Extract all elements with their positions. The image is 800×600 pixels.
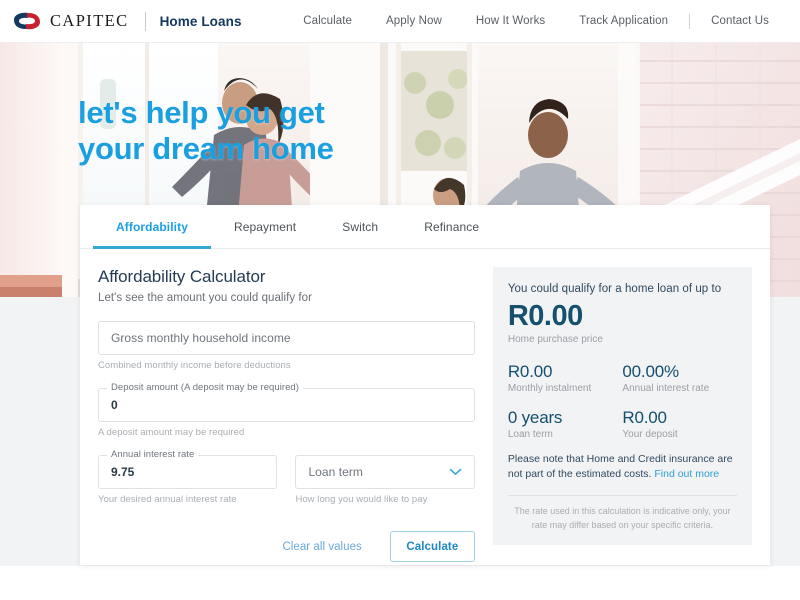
logo-text: CAPITEC	[50, 11, 129, 30]
income-placeholder: Gross monthly household income	[111, 331, 291, 345]
results-divider	[507, 495, 737, 497]
hero-headline: let's help you get your dream home	[78, 95, 334, 167]
nav-item-contact-us[interactable]: Contact Us	[694, 15, 786, 27]
interest-rate-input[interactable]: 9.75	[98, 455, 278, 489]
field-interest-rate: Annual interest rate 9.75 Your desired a…	[98, 449, 278, 505]
metric-caption: Your deposit	[622, 428, 678, 440]
find-out-more-link[interactable]: Find out more	[654, 468, 719, 480]
results-metrics: R0.00 Monthly instalment 00.00% Annual i…	[508, 362, 737, 454]
chevron-down-icon	[449, 468, 462, 475]
loan-term-select[interactable]: Loan term	[295, 455, 475, 489]
page-title: Affordability Calculator	[98, 267, 266, 286]
hero-headline-line1: let's help you get	[78, 95, 325, 130]
rate-disclaimer: The rate used in this calculation is ind…	[514, 506, 731, 530]
site-header: CAPITEC Home Loans Calculate Apply Now H…	[0, 0, 800, 43]
calculate-button[interactable]: Calculate	[389, 531, 475, 562]
deposit-input[interactable]: 0	[98, 388, 475, 422]
affordability-form: Affordability Calculator Let's see the a…	[98, 267, 475, 562]
metric-loan-term: 0 years Loan term	[508, 408, 623, 440]
calculator-tabs: Affordability Repayment Switch Refinance	[80, 205, 770, 249]
deposit-hint: A deposit amount may be required	[98, 427, 245, 438]
tab-switch[interactable]: Switch	[319, 205, 401, 248]
tab-refinance[interactable]: Refinance	[401, 205, 502, 248]
nav-item-track-application[interactable]: Track Application	[562, 15, 685, 27]
results-headline-value: R0.00	[507, 299, 583, 332]
interest-rate-value: 9.75	[111, 465, 135, 479]
main-nav: Calculate Apply Now How It Works Track A…	[286, 13, 800, 29]
card-body: Affordability Calculator Let's see the a…	[80, 249, 770, 562]
page-subtitle: Let's see the amount you could qualify f…	[98, 292, 312, 304]
nav-divider	[689, 13, 691, 29]
nav-item-apply-now[interactable]: Apply Now	[369, 15, 459, 27]
nav-item-calculate[interactable]: Calculate	[286, 15, 369, 27]
interest-rate-hint: Your desired annual interest rate	[98, 494, 237, 505]
insurance-note: Please note that Home and Credit insuran…	[508, 452, 737, 484]
results-headline-caption: Home purchase price	[507, 333, 603, 345]
metric-caption: Monthly instalment	[507, 382, 592, 394]
header-divider	[144, 11, 146, 31]
hero-headline-line2: your dream home	[78, 130, 334, 166]
loan-term-placeholder: Loan term	[308, 465, 363, 479]
metric-caption: Annual interest rate	[622, 382, 710, 394]
metric-value: R0.00	[507, 361, 553, 381]
section-title: Home Loans	[159, 13, 242, 29]
loan-term-hint: How long you would like to pay	[295, 494, 428, 505]
metric-value: 00.00%	[622, 361, 679, 381]
nav-item-how-it-works[interactable]: How It Works	[459, 15, 562, 27]
field-row: Annual interest rate 9.75 Your desired a…	[98, 449, 475, 505]
field-loan-term: Loan term How long you would like to pay	[295, 455, 475, 505]
interest-rate-label: Annual interest rate	[107, 449, 199, 460]
metric-your-deposit: R0.00 Your deposit	[622, 408, 737, 440]
tab-affordability[interactable]: Affordability	[93, 205, 211, 249]
clear-all-values-button[interactable]: Clear all values	[268, 533, 375, 561]
field-deposit: Deposit amount (A deposit may be require…	[98, 382, 475, 438]
logo[interactable]: CAPITEC	[0, 11, 129, 31]
income-hint: Combined monthly income before deduction…	[98, 360, 291, 371]
income-input[interactable]: Gross monthly household income	[98, 321, 475, 355]
calculator-card: Affordability Repayment Switch Refinance…	[80, 205, 770, 565]
results-lead: You could qualify for a home loan of up …	[507, 283, 722, 295]
capitec-logo-icon	[14, 12, 40, 30]
deposit-value: 0	[111, 398, 118, 412]
tab-repayment[interactable]: Repayment	[211, 205, 319, 248]
page-root: let's help you get your dream home CAPIT…	[0, 0, 800, 600]
field-income: Gross monthly household income Combined …	[98, 321, 475, 371]
results-panel: You could qualify for a home loan of up …	[492, 267, 752, 545]
metric-value: R0.00	[622, 407, 667, 427]
form-actions: Clear all values Calculate	[98, 531, 475, 562]
metric-caption: Loan term	[507, 428, 553, 440]
metric-value: 0 years	[507, 407, 563, 427]
deposit-label: Deposit amount (A deposit may be require…	[107, 382, 303, 393]
metric-monthly-instalment: R0.00 Monthly instalment	[508, 362, 623, 394]
metric-annual-interest-rate: 00.00% Annual interest rate	[622, 362, 737, 394]
